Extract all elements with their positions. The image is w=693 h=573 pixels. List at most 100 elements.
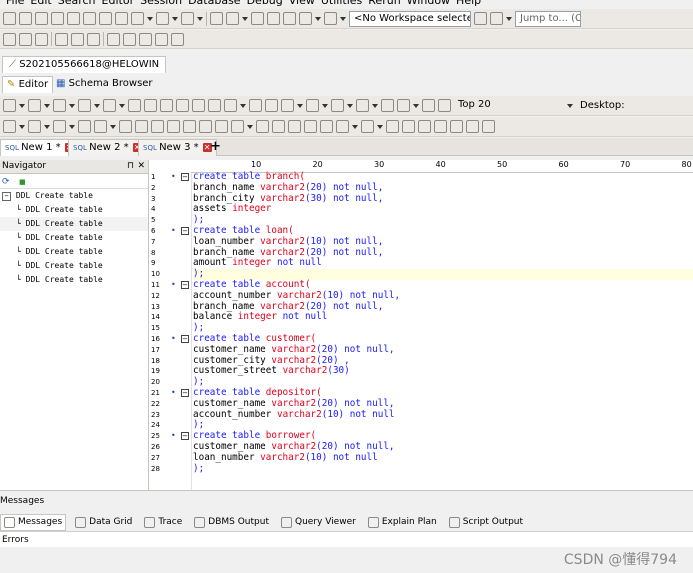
open-folder-icon[interactable] — [78, 99, 91, 112]
save-icon[interactable] — [35, 12, 48, 25]
tab-editor[interactable]: ✎ Editor — [2, 76, 54, 93]
bookmark-icon[interactable] — [397, 99, 410, 112]
clipboard-icon[interactable] — [288, 120, 301, 133]
format-sql-icon[interactable] — [224, 99, 237, 112]
workspace-save-icon[interactable] — [474, 12, 487, 25]
new-file-icon[interactable] — [3, 12, 16, 25]
wrap-icon[interactable] — [386, 120, 399, 133]
save-all-icon[interactable] — [51, 12, 64, 25]
connection-tab[interactable]: ⟋ S202105566618@HELOWIN — [2, 56, 167, 73]
menu-item-database[interactable]: Database — [188, 0, 241, 7]
commit-icon[interactable] — [28, 120, 41, 133]
fold-toggle-icon[interactable]: − — [181, 432, 189, 441]
stop-icon[interactable] — [251, 12, 264, 25]
outdent-block-icon[interactable] — [466, 120, 479, 133]
close-icon[interactable]: ✕ — [137, 160, 145, 173]
fold-toggle-icon[interactable]: − — [181, 227, 189, 235]
tab-explain-plan[interactable]: Explain Plan — [365, 515, 440, 530]
refresh-icon[interactable] — [226, 12, 239, 25]
search-icon[interactable] — [304, 120, 317, 133]
execute-step-icon[interactable] — [3, 120, 16, 133]
doc-tab-1[interactable]: SQL New 1 *✕ — [0, 139, 79, 156]
add-tab-icon[interactable]: + — [210, 138, 221, 155]
letter-case-icon[interactable] — [361, 120, 374, 133]
uppercase-icon[interactable] — [402, 120, 415, 133]
history-icon[interactable] — [103, 99, 116, 112]
open-file-icon[interactable] — [19, 12, 32, 25]
menu-item-session[interactable]: Session — [140, 0, 182, 7]
fold-toggle-icon[interactable]: − — [181, 389, 189, 397]
top-select[interactable]: Top 20 — [454, 98, 564, 114]
copy-sql-icon[interactable] — [256, 120, 269, 133]
menu-item-window[interactable]: Window — [407, 0, 450, 7]
session-icon[interactable] — [3, 32, 16, 46]
menu-item-search[interactable]: Search — [58, 0, 96, 7]
run-script-icon[interactable] — [28, 99, 41, 112]
grid-view-icon[interactable] — [19, 32, 32, 46]
code-line[interactable]: assets integer — [193, 203, 693, 215]
fold-toggle-icon[interactable]: − — [181, 281, 189, 289]
menu-item-view[interactable]: View — [289, 0, 315, 7]
run-icon[interactable] — [3, 99, 16, 112]
save-as-icon[interactable] — [144, 99, 157, 112]
print-sql-icon[interactable] — [208, 99, 221, 112]
binoculars-icon[interactable] — [336, 120, 349, 133]
tab-schema-browser[interactable]: ▦ Schema Browser — [52, 76, 157, 92]
menu-item-help[interactable]: Help — [456, 0, 481, 7]
menu-item-rerun[interactable]: Rerun — [368, 0, 400, 7]
code-line[interactable]: balance integer not null — [193, 311, 693, 323]
tree-item[interactable]: └ DDL Create table — [0, 259, 148, 273]
sql-editor-icon[interactable] — [83, 12, 96, 25]
tab-data-grid[interactable]: Data Grid — [72, 515, 135, 530]
doc-tab-3[interactable]: SQL New 3 * ✕ — [138, 139, 217, 156]
describe-sql-icon[interactable] — [249, 99, 262, 112]
menu-item-editor[interactable]: Editor — [102, 0, 135, 7]
filter-icon[interactable]: ■ — [19, 178, 26, 186]
jump-to-input[interactable]: Jump to... (Ctrl+ — [515, 10, 581, 27]
lock-icon[interactable] — [267, 12, 280, 25]
tree-item[interactable]: └ DDL Create table — [0, 217, 148, 231]
explain-icon[interactable] — [115, 12, 128, 25]
collapse-icon[interactable]: − — [2, 192, 11, 201]
indent-block-icon[interactable] — [450, 120, 463, 133]
describe-icon[interactable] — [131, 12, 144, 25]
menu-item-utilities[interactable]: Utilities — [321, 0, 362, 7]
tab-dbms-output[interactable]: DBMS Output — [191, 515, 272, 530]
explain-sql-icon[interactable] — [265, 99, 278, 112]
menu-item-edit[interactable]: Edit — [30, 0, 51, 7]
save-copy-icon[interactable] — [160, 99, 173, 112]
fold-toggle-icon[interactable]: − — [181, 335, 189, 343]
tree-item[interactable]: └ DDL Create table — [0, 273, 148, 287]
refresh-icon[interactable]: ⟳ — [2, 177, 10, 187]
menu-item-file[interactable]: File — [6, 0, 24, 7]
tab-query-viewer[interactable]: Query Viewer — [278, 515, 359, 530]
code-line[interactable]: amount integer not null — [193, 257, 693, 269]
rollback-icon[interactable] — [53, 120, 66, 133]
query-icon[interactable] — [306, 99, 319, 112]
tree-item[interactable]: └ DDL Create table — [0, 245, 148, 259]
tree-root[interactable]: − DDL Create table — [0, 189, 148, 203]
dataset-icon[interactable] — [281, 99, 294, 112]
connect-icon[interactable] — [324, 12, 337, 25]
transaction-icon[interactable] — [78, 120, 91, 133]
sql-icon[interactable] — [381, 99, 394, 112]
code-line[interactable]: account_number varchar2(10) not null — [193, 409, 693, 421]
tree-item[interactable]: └ DDL Create table — [0, 203, 148, 217]
sql-editor[interactable]: 10 20 30 40 50 60 70 80 1 • −2 3 4 5 6 • −7 8 9 10 11 • −12 13… — [149, 160, 693, 490]
code-area[interactable]: create table branch(branch_name varchar2… — [193, 171, 693, 474]
save-sql-icon[interactable] — [128, 99, 141, 112]
tab-trace[interactable]: Trace — [141, 515, 185, 530]
more-icon[interactable] — [482, 120, 495, 133]
paste-sql-icon[interactable] — [272, 120, 285, 133]
tools-icon[interactable] — [181, 12, 194, 25]
pin-icon[interactable]: ⊓ — [127, 160, 134, 173]
user-icon[interactable] — [283, 12, 296, 25]
grid-icon[interactable] — [210, 12, 223, 25]
tree-item[interactable]: └ DDL Create table — [0, 231, 148, 245]
top-icon[interactable] — [438, 99, 451, 112]
code-line[interactable]: loan_number varchar2(10) not null — [193, 452, 693, 464]
menu-item-debug[interactable]: Debug — [247, 0, 283, 7]
execute-icon[interactable] — [99, 12, 112, 25]
replace-icon[interactable] — [320, 120, 333, 133]
workspace-select[interactable]: <No Workspace selected> — [349, 10, 471, 27]
